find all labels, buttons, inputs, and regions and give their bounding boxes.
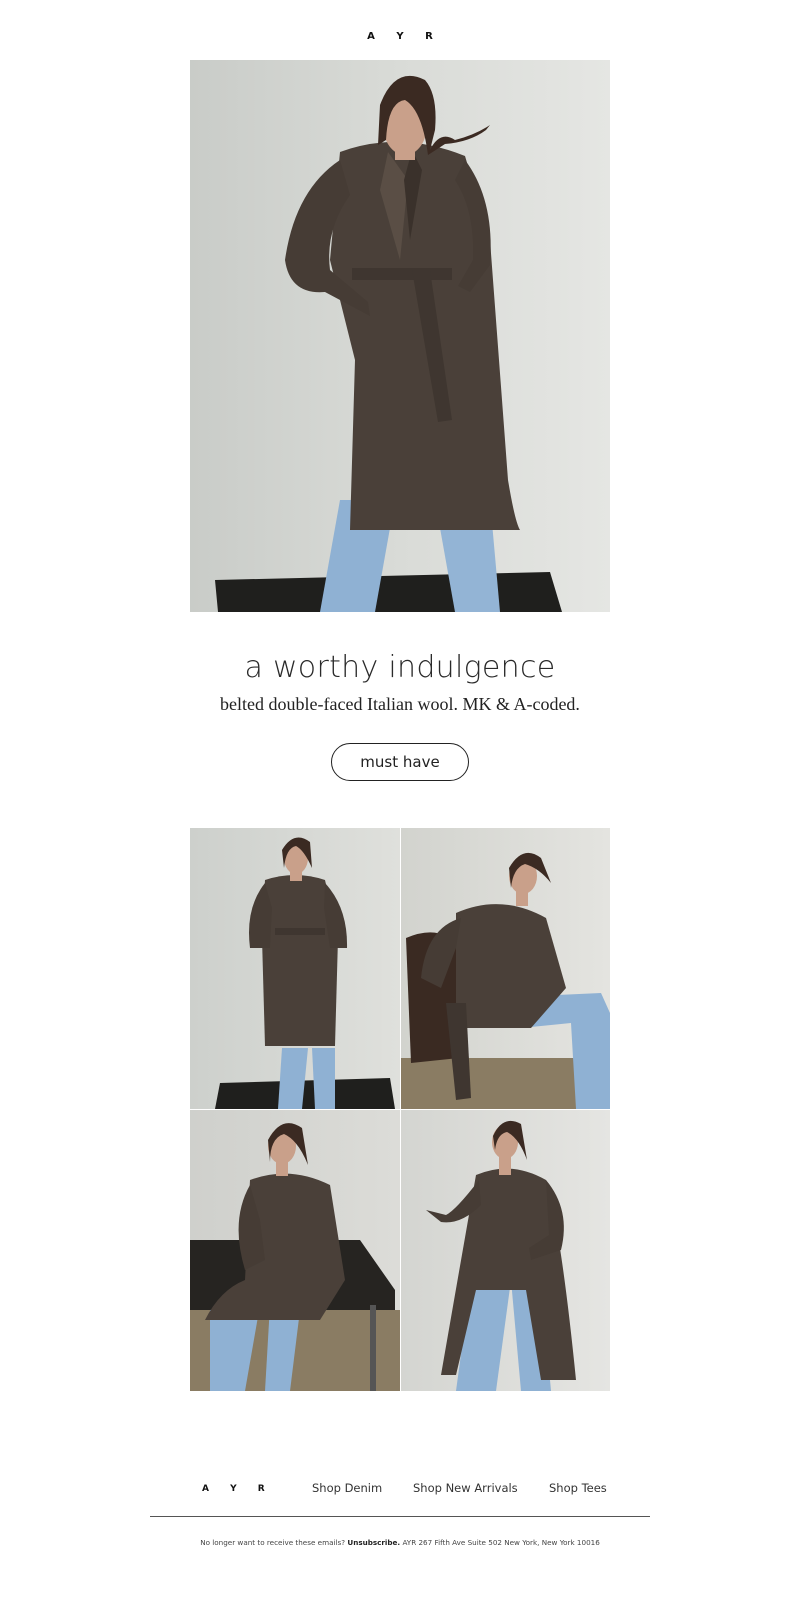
grid-image-standing[interactable] <box>190 828 400 1109</box>
unsubscribe-link[interactable]: Unsubscribe. <box>347 1538 400 1547</box>
brand-logo[interactable]: A Y R <box>0 31 800 42</box>
hero-image[interactable] <box>190 60 610 612</box>
grid-image-gesture[interactable] <box>401 1110 610 1391</box>
grid-image-gesture-illustration <box>426 1120 576 1391</box>
hero-image-illustration <box>190 60 610 612</box>
shop-denim-link[interactable]: Shop Denim <box>312 1481 382 1495</box>
subheadline: belted double-faced Italian wool. MK & A… <box>220 694 580 714</box>
footer-logo[interactable]: A Y R <box>202 1484 274 1494</box>
grid-image-standing-illustration <box>215 837 395 1109</box>
shop-tees-link[interactable]: Shop Tees <box>549 1481 607 1495</box>
grid-image-seated-chair[interactable] <box>401 828 610 1109</box>
unsubscribe-prompt: No longer want to receive these emails? <box>200 1538 346 1547</box>
grid-image-seated-bench-illustration <box>190 1123 400 1391</box>
company-address: AYR 267 Fifth Ave Suite 502 New York, Ne… <box>402 1538 600 1547</box>
footer-divider <box>150 1516 650 1517</box>
headline: a worthy indulgence <box>244 650 556 685</box>
grid-image-seated-bench[interactable] <box>190 1110 400 1391</box>
grid-image-seated-chair-illustration <box>401 852 610 1109</box>
must-have-button[interactable]: must have <box>331 743 469 781</box>
footer-legal: No longer want to receive these emails? … <box>0 1538 800 1547</box>
shop-new-arrivals-link[interactable]: Shop New Arrivals <box>413 1481 518 1495</box>
